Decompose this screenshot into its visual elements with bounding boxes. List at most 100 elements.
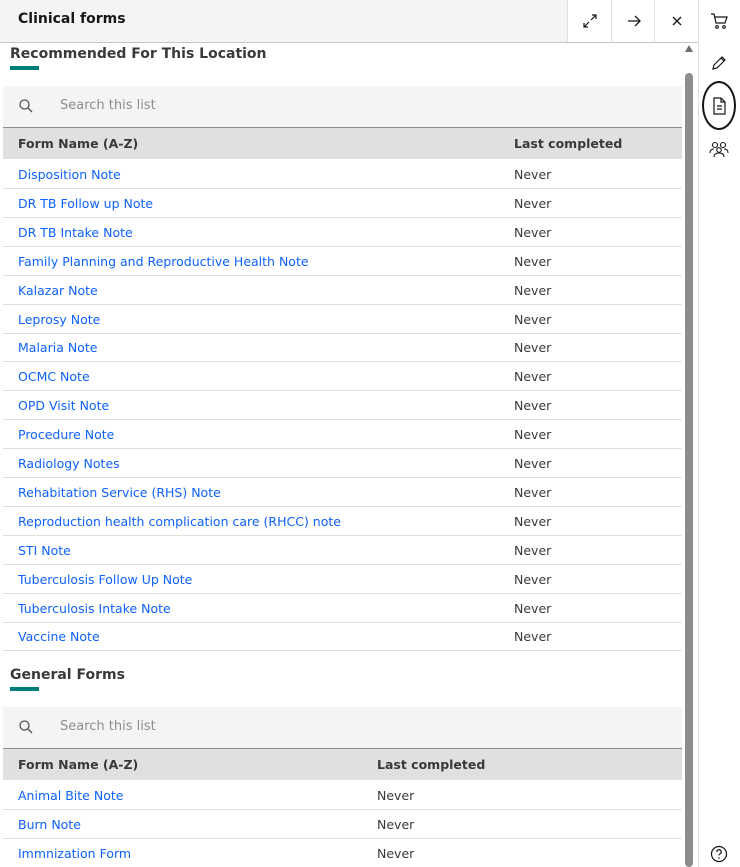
form-link[interactable]: Kalazar Note <box>18 283 98 298</box>
table-row: Reproduction health complication care (R… <box>3 507 682 536</box>
cart-button[interactable] <box>706 8 732 34</box>
table-row: Kalazar Note Never <box>3 276 682 305</box>
last-completed-value: Never <box>514 513 552 529</box>
table-row: DR TB Follow up Note Never <box>3 189 682 218</box>
form-link[interactable]: Leprosy Note <box>18 312 100 327</box>
close-icon <box>672 16 681 26</box>
document-icon <box>713 97 726 115</box>
form-link[interactable]: STI Note <box>18 543 71 558</box>
search-input[interactable]: Search this list <box>60 719 156 734</box>
table-row: Family Planning and Reproductive Health … <box>3 247 682 276</box>
maximize-icon <box>582 14 597 28</box>
side-rail <box>699 0 740 867</box>
section-underline <box>10 66 39 70</box>
panel-content: Recommended For This Location Search thi… <box>0 43 682 867</box>
last-completed-value: Never <box>377 845 415 861</box>
form-link[interactable]: Tuberculosis Intake Note <box>18 601 171 616</box>
section-underline <box>10 687 39 691</box>
form-link[interactable]: Vaccine Note <box>18 629 100 644</box>
table-row: Malaria Note Never <box>3 333 682 363</box>
maximize-button[interactable] <box>567 0 611 42</box>
help-button[interactable] <box>706 841 732 867</box>
last-completed-value: Never <box>514 484 552 500</box>
form-link[interactable]: Burn Note <box>18 817 81 832</box>
pen-button[interactable] <box>706 50 732 76</box>
table-row: DR TB Intake Note Never <box>3 218 682 247</box>
last-completed-value: Never <box>514 167 552 182</box>
form-link[interactable]: Procedure Note <box>18 427 114 442</box>
table-row: Radiology Notes Never <box>3 449 682 478</box>
last-completed-value: Never <box>377 788 415 803</box>
form-link[interactable]: Malaria Note <box>18 340 97 355</box>
form-link[interactable]: Tuberculosis Follow Up Note <box>18 572 192 587</box>
last-completed-value: Never <box>514 282 552 298</box>
clinical-forms-panel: Clinical forms Recommended For This Loca… <box>0 0 699 867</box>
form-link[interactable]: Disposition Note <box>18 167 121 182</box>
table-row: Tuberculosis Intake Note Never <box>3 594 682 623</box>
group-button[interactable] <box>706 136 732 162</box>
scrollbar-thumb[interactable] <box>685 73 693 867</box>
table-row: Animal Bite Note Never <box>3 781 682 810</box>
last-completed-value: Never <box>514 311 552 327</box>
help-icon <box>710 845 728 863</box>
last-completed-value: Never <box>514 195 552 211</box>
table-row: Tuberculosis Follow Up Note Never <box>3 565 682 594</box>
form-link[interactable]: DR TB Follow up Note <box>18 196 153 211</box>
last-completed-value: Never <box>514 600 552 616</box>
search-general[interactable]: Search this list <box>3 707 682 749</box>
panel-title: Clinical forms <box>18 11 126 27</box>
last-completed-value: Never <box>514 253 552 269</box>
search-icon <box>19 99 33 113</box>
form-link[interactable]: Animal Bite Note <box>18 788 123 803</box>
form-link[interactable]: Family Planning and Reproductive Health … <box>18 254 309 269</box>
column-last-completed[interactable]: Last completed <box>514 136 622 151</box>
last-completed-value: Never <box>514 629 552 645</box>
search-input[interactable]: Search this list <box>60 98 156 113</box>
pen-icon <box>712 56 726 70</box>
scrollbar[interactable] <box>684 43 694 867</box>
form-link[interactable]: Rehabitation Service (RHS) Note <box>18 485 221 500</box>
close-button[interactable] <box>654 0 698 42</box>
table-row: STI Note Never <box>3 536 682 565</box>
form-link[interactable]: OPD Visit Note <box>18 398 109 413</box>
last-completed-value: Never <box>514 369 552 385</box>
column-form-name[interactable]: Form Name (A-Z) <box>18 757 138 772</box>
section-title-general: General Forms <box>10 667 125 683</box>
last-completed-value: Never <box>514 398 552 414</box>
last-completed-value: Never <box>514 456 552 471</box>
form-link[interactable]: Immnization Form <box>18 846 131 861</box>
search-recommended[interactable]: Search this list <box>3 86 682 128</box>
arrow-right-button[interactable] <box>611 0 655 42</box>
table-row: OCMC Note Never <box>3 362 682 392</box>
last-completed-value: Never <box>514 340 552 356</box>
column-form-name[interactable]: Form Name (A-Z) <box>18 136 138 151</box>
section-title-recommended: Recommended For This Location <box>10 46 267 62</box>
last-completed-value: Never <box>514 571 552 587</box>
last-completed-value: Never <box>514 542 552 558</box>
group-icon <box>709 141 729 158</box>
form-link[interactable]: Reproduction health complication care (R… <box>18 514 341 529</box>
column-last-completed[interactable]: Last completed <box>377 757 485 772</box>
table-header-recommended: Form Name (A-Z) Last completed <box>3 128 682 159</box>
table-row: Rehabitation Service (RHS) Note Never <box>3 478 682 507</box>
last-completed-value: Never <box>377 816 415 832</box>
panel-header: Clinical forms <box>0 0 698 43</box>
table-row: Burn Note Never <box>3 810 682 839</box>
form-link[interactable]: Radiology Notes <box>18 456 120 471</box>
table-row: OPD Visit Note Never <box>3 391 682 421</box>
clinical-forms-button[interactable] <box>706 93 732 119</box>
table-row: Leprosy Note Never <box>3 305 682 334</box>
arrow-right-icon <box>627 15 641 27</box>
cart-icon <box>711 13 728 29</box>
table-row: Vaccine Note Never <box>3 622 682 652</box>
last-completed-value: Never <box>514 224 552 240</box>
last-completed-value: Never <box>514 427 552 443</box>
scroll-up-arrow-icon[interactable] <box>685 45 693 52</box>
search-icon <box>19 720 33 734</box>
table-row: Procedure Note Never <box>3 420 682 450</box>
form-link[interactable]: DR TB Intake Note <box>18 225 133 240</box>
table-header-general: Form Name (A-Z) Last completed <box>3 749 682 780</box>
table-row: Immnization Form Never <box>3 839 682 867</box>
table-row: Disposition Note Never <box>3 160 682 189</box>
form-link[interactable]: OCMC Note <box>18 369 90 384</box>
